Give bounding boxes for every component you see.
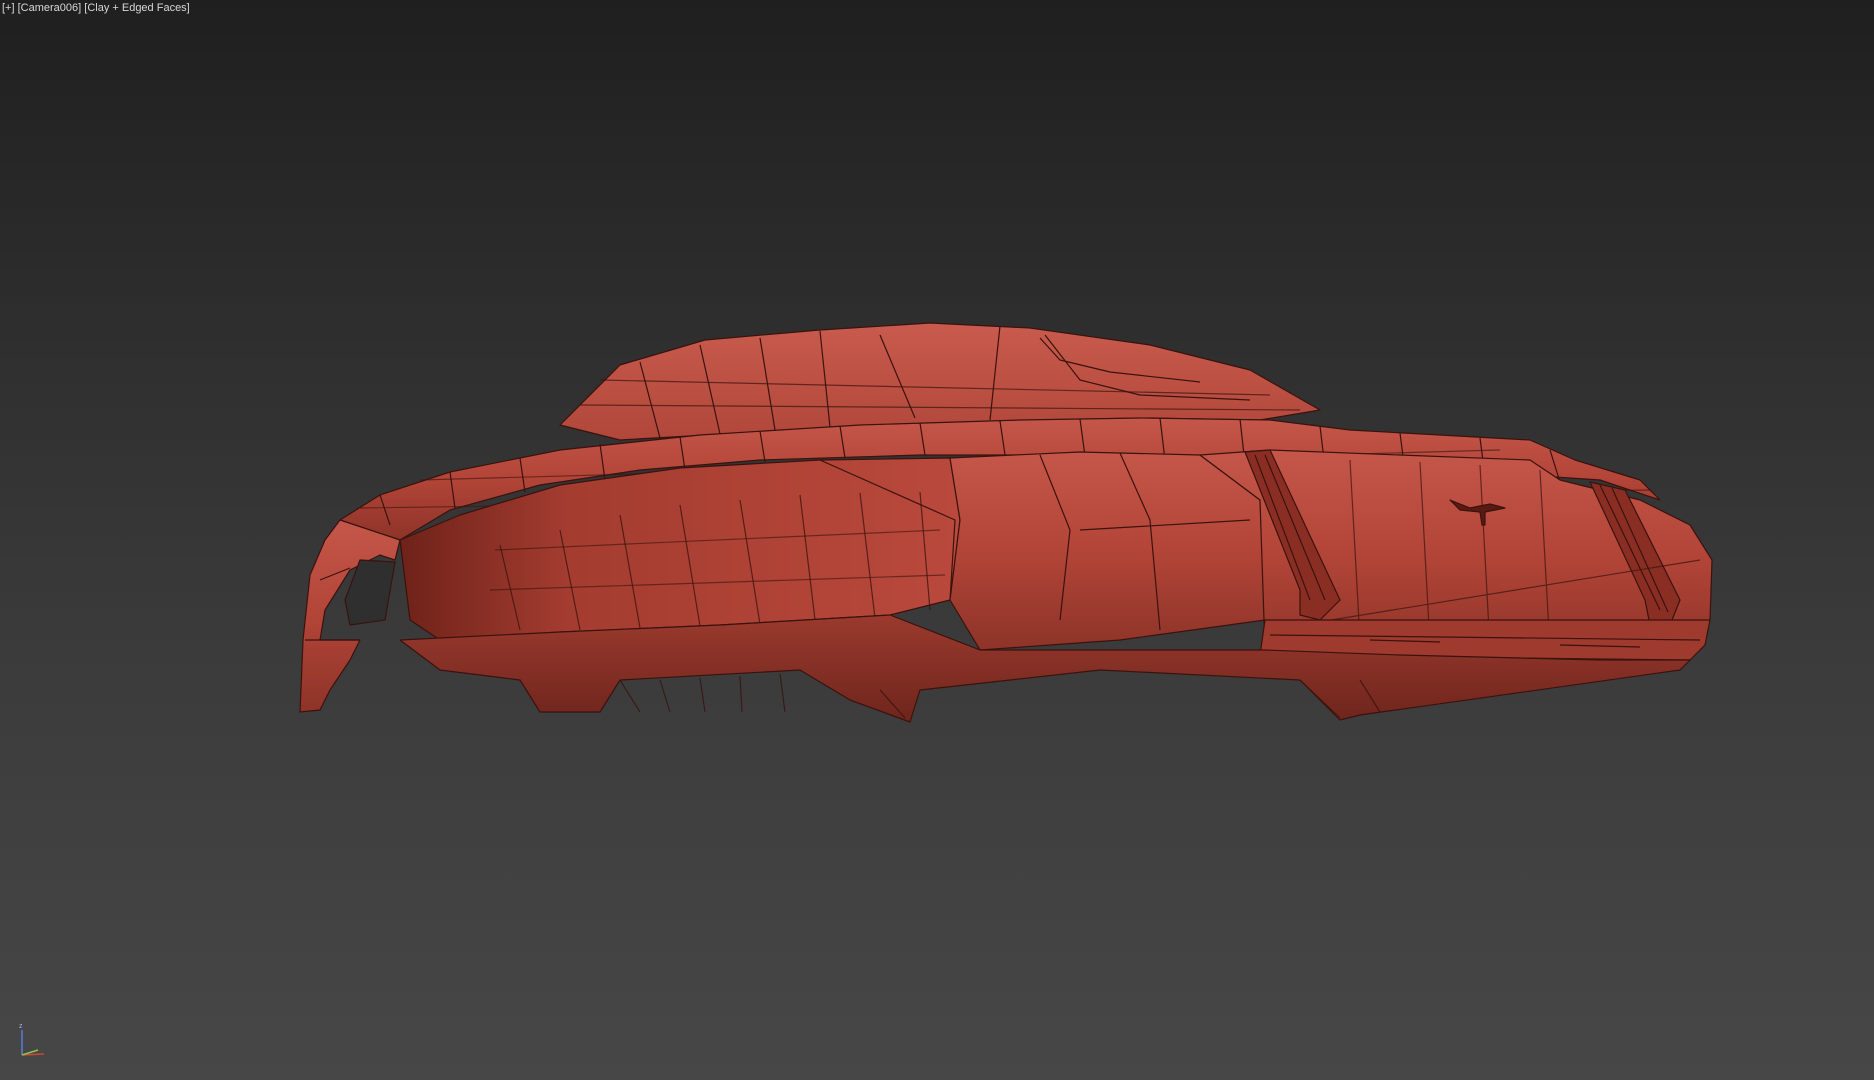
- car-body: [299, 322, 1713, 723]
- car-front-opening: [344, 559, 396, 626]
- axis-z-label: z: [19, 1023, 23, 1030]
- 3d-viewport[interactable]: [+] [Camera006] [Clay + Edged Faces] z: [0, 0, 1874, 1080]
- car-rear-fender: [949, 451, 1266, 651]
- axis-gizmo: z: [19, 1023, 45, 1056]
- car-model-render[interactable]: [0, 0, 1874, 1080]
